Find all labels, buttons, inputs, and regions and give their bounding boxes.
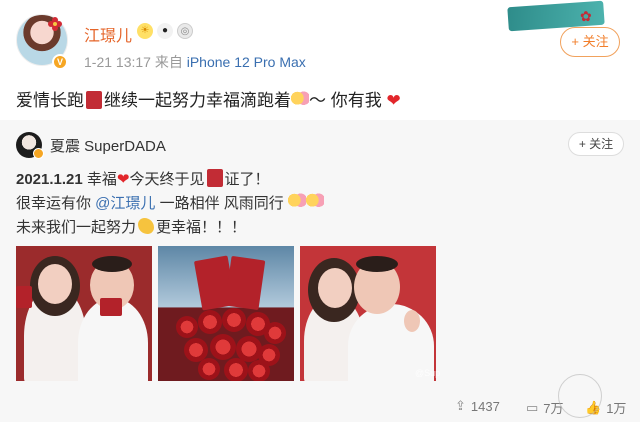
post-text-part: 继续一起努力幸福滴跑着 [104,91,291,110]
repost-text-line: 2021.1.21 幸福❤今天终于见 证了！ [16,168,270,189]
post-header: V 江璟儿 ☀ ● ◎ 1-21 13:17 来自 iPhone 12 Pro … [0,0,640,82]
flower-badge-icon [48,17,62,31]
follow-button[interactable]: + 关注 [560,27,620,57]
repost-text-part: 幸福 [82,171,117,188]
watermark-logo [558,374,602,418]
vip-badge-icon: V [52,54,68,70]
repost-card[interactable]: 夏震 SuperDADA + 关注 2021.1.21 幸福❤今天终于见 证了！ … [0,120,640,422]
certificate-book [224,255,266,311]
post-text-part: ～ 你有我 [309,91,382,110]
hair-shape [92,256,132,272]
repost-text-line: 未来我们一起努力 更幸福！！！ [16,216,246,237]
bow-icon: ✿ [580,8,592,24]
medal-badge-icon[interactable]: ◎ [177,23,193,39]
vip-badge-icon[interactable]: ☀ [137,23,153,39]
hair-shape [356,256,398,272]
post-text-part: 爱情长跑 [16,91,84,110]
repost-text-part: 一路相伴 风雨同行 [155,195,284,212]
rose [176,316,198,338]
book-emoji-icon [206,169,223,187]
repost-text-part: 很幸运有你 [16,195,96,212]
rose [264,322,286,344]
heart-icon: ❤ [386,91,401,110]
heart-icon: ❤ [116,171,130,188]
repost-text-line: 很幸运有你 @江璟儿 一路相伴 风雨同行 [16,192,324,213]
face-shape [318,268,352,308]
panda-badge-icon[interactable]: ● [157,23,173,39]
repost-username[interactable]: 夏震 SuperDADA [50,135,166,156]
vip-badge-icon [33,148,44,159]
photo-thumbnail[interactable] [300,246,436,381]
repost-date: 2021.1.21 [16,171,83,188]
rose [248,360,270,381]
certificate-book [100,298,122,316]
user-badges: ☀ ● ◎ [137,23,193,39]
share-icon: ⇪ [455,398,466,413]
mention-link[interactable]: @江璟儿 [95,195,155,212]
photo-thumbnail[interactable] [16,246,152,381]
hand-shape [404,310,420,332]
face-shape [38,264,72,304]
kiss-emoji-icon [305,193,324,211]
photo-thumbnail[interactable] [158,246,294,381]
repost-text-part: 更幸福！！！ [156,219,247,236]
source-prefix: 来自 [154,54,183,70]
comment-icon: ▭ [526,399,539,415]
rose [222,308,246,332]
share-stat[interactable]: ⇪ 1437 [455,398,500,414]
rose [198,310,222,334]
rose [224,358,248,381]
device-link[interactable]: iPhone 12 Pro Max [187,54,306,70]
muscle-emoji-icon [138,218,155,234]
repost-text-part: 今天终于见 [129,171,205,188]
couple-emoji-icon [287,193,306,211]
like-count: 1万 [606,401,627,416]
certificate-book [16,286,32,308]
repost-text-part: 未来我们一起努力 [16,219,137,236]
post-meta: 1-21 13:17 来自 iPhone 12 Pro Max [84,52,306,72]
share-count: 1437 [470,398,500,414]
couple-emoji-icon [291,91,309,109]
timestamp: 1-21 13:17 [84,54,151,70]
post-text: 爱情长跑 继续一起努力幸福滴跑着 ～ 你有我 ❤ [16,86,401,111]
book-emoji-icon [86,91,102,109]
rose [198,358,220,380]
photo-watermark: @Sup [415,368,441,378]
username[interactable]: 江璟儿 [84,22,132,46]
repost-text-part: 证了！ [224,171,270,188]
rose [210,334,236,360]
repost-follow-button[interactable]: + 关注 [568,132,624,156]
